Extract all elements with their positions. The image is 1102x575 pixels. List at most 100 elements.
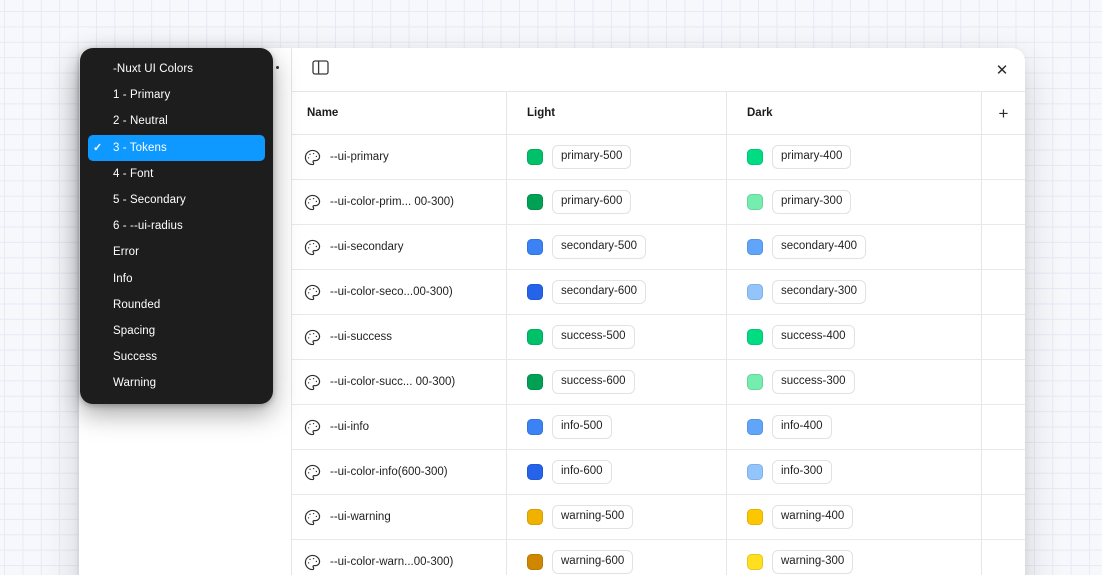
menu-item[interactable]: 4 - Font (80, 161, 273, 187)
color-swatch (747, 509, 763, 525)
menu-item[interactable]: Success (80, 344, 273, 370)
token-name: --ui-color-warn...00-300) (330, 556, 453, 568)
token-name-cell[interactable]: --ui-warning (292, 495, 507, 539)
token-name: --ui-warning (330, 511, 391, 523)
menu-item[interactable]: -Nuxt UI Colors (80, 56, 273, 82)
token-name-cell[interactable]: --ui-color-seco...00-300) (292, 270, 507, 314)
color-swatch (747, 554, 763, 570)
dark-value-cell[interactable]: primary-300 (727, 180, 982, 224)
menu-item[interactable]: Rounded (80, 292, 273, 318)
light-value-cell[interactable]: info-600 (507, 450, 727, 494)
color-swatch (747, 329, 763, 345)
menu-item[interactable]: Warning (80, 370, 273, 396)
palette-icon (303, 553, 321, 571)
row-spacer-cell (982, 450, 1025, 494)
menu-item[interactable]: Info (80, 266, 273, 292)
color-swatch (747, 374, 763, 390)
palette-icon (303, 193, 321, 211)
alias-badge: warning-400 (772, 505, 853, 528)
color-swatch (527, 194, 543, 210)
row-spacer-cell (982, 540, 1025, 575)
table-row: --ui-color-succ... 00-300) success-600 s… (292, 360, 1025, 405)
row-spacer-cell (982, 360, 1025, 404)
menu-item[interactable]: 1 - Primary (80, 82, 273, 108)
token-name-cell[interactable]: --ui-info (292, 405, 507, 449)
table-row: --ui-color-seco...00-300) secondary-600 … (292, 270, 1025, 315)
token-name: --ui-primary (330, 151, 389, 163)
dark-value-cell[interactable]: info-300 (727, 450, 982, 494)
row-spacer-cell (982, 270, 1025, 314)
menu-item-label: 4 - Font (113, 168, 153, 180)
dark-value-cell[interactable]: success-400 (727, 315, 982, 359)
alias-badge: warning-300 (772, 550, 853, 573)
alias-badge: success-600 (552, 370, 635, 393)
table-header: Name Light Dark + (292, 92, 1025, 135)
collections-menu: -Nuxt UI Colors 1 - Primary 2 - Neutral … (80, 48, 273, 404)
table-row: --ui-warning warning-500 warning-400 (292, 495, 1025, 540)
menu-item[interactable]: Error (80, 239, 273, 265)
menu-item[interactable]: ✓ 3 - Tokens (88, 135, 265, 161)
token-name-cell[interactable]: --ui-color-succ... 00-300) (292, 360, 507, 404)
token-name-cell[interactable]: --ui-success (292, 315, 507, 359)
row-spacer-cell (982, 405, 1025, 449)
token-name-cell[interactable]: --ui-primary (292, 135, 507, 179)
close-button[interactable]: ✕ (989, 57, 1015, 83)
menu-item-label: 3 - Tokens (113, 142, 167, 154)
light-value-cell[interactable]: info-500 (507, 405, 727, 449)
alias-badge: secondary-500 (552, 235, 646, 258)
sidebar-toggle-button[interactable] (308, 58, 332, 82)
alias-badge: success-500 (552, 325, 635, 348)
table-row: --ui-secondary secondary-500 secondary-4… (292, 225, 1025, 270)
collection-selector-dot (276, 66, 279, 69)
row-spacer-cell (982, 135, 1025, 179)
dark-value-cell[interactable]: primary-400 (727, 135, 982, 179)
color-swatch (527, 554, 543, 570)
table-row: --ui-success success-500 success-400 (292, 315, 1025, 360)
token-name-cell[interactable]: --ui-color-info(600-300) (292, 450, 507, 494)
palette-icon (303, 463, 321, 481)
add-mode-button[interactable]: + (999, 105, 1009, 122)
light-value-cell[interactable]: success-600 (507, 360, 727, 404)
header-dark: Dark (727, 92, 982, 134)
row-spacer-cell (982, 180, 1025, 224)
token-name: --ui-color-info(600-300) (330, 466, 448, 478)
light-value-cell[interactable]: primary-600 (507, 180, 727, 224)
dark-value-cell[interactable]: secondary-300 (727, 270, 982, 314)
dark-value-cell[interactable]: secondary-400 (727, 225, 982, 269)
alias-badge: info-300 (772, 460, 832, 483)
alias-badge: primary-600 (552, 190, 631, 213)
menu-item[interactable]: 2 - Neutral (80, 108, 273, 134)
menu-item-label: Warning (113, 377, 156, 389)
menu-item-label: 6 - --ui-radius (113, 220, 183, 232)
light-value-cell[interactable]: warning-600 (507, 540, 727, 575)
light-value-cell[interactable]: success-500 (507, 315, 727, 359)
alias-badge: warning-500 (552, 505, 633, 528)
token-name-cell[interactable]: --ui-secondary (292, 225, 507, 269)
light-value-cell[interactable]: warning-500 (507, 495, 727, 539)
table-row: --ui-color-prim... 00-300) primary-600 p… (292, 180, 1025, 225)
light-value-cell[interactable]: secondary-500 (507, 225, 727, 269)
menu-item[interactable]: 5 - Secondary (80, 187, 273, 213)
token-name-cell[interactable]: --ui-color-prim... 00-300) (292, 180, 507, 224)
dark-value-cell[interactable]: warning-300 (727, 540, 982, 575)
light-value-cell[interactable]: primary-500 (507, 135, 727, 179)
palette-icon (303, 418, 321, 436)
color-swatch (747, 464, 763, 480)
dark-value-cell[interactable]: success-300 (727, 360, 982, 404)
palette-icon (303, 148, 321, 166)
token-name: --ui-success (330, 331, 392, 343)
palette-icon (303, 328, 321, 346)
light-value-cell[interactable]: secondary-600 (507, 270, 727, 314)
color-swatch (527, 329, 543, 345)
token-name-cell[interactable]: --ui-color-warn...00-300) (292, 540, 507, 575)
row-spacer-cell (982, 225, 1025, 269)
menu-item[interactable]: 6 - --ui-radius (80, 213, 273, 239)
menu-item[interactable]: Spacing (80, 318, 273, 344)
header-name: Name (292, 92, 507, 134)
menu-item-label: 2 - Neutral (113, 115, 168, 127)
dark-value-cell[interactable]: info-400 (727, 405, 982, 449)
token-name: --ui-color-seco...00-300) (330, 286, 453, 298)
color-swatch (527, 464, 543, 480)
alias-badge: warning-600 (552, 550, 633, 573)
dark-value-cell[interactable]: warning-400 (727, 495, 982, 539)
